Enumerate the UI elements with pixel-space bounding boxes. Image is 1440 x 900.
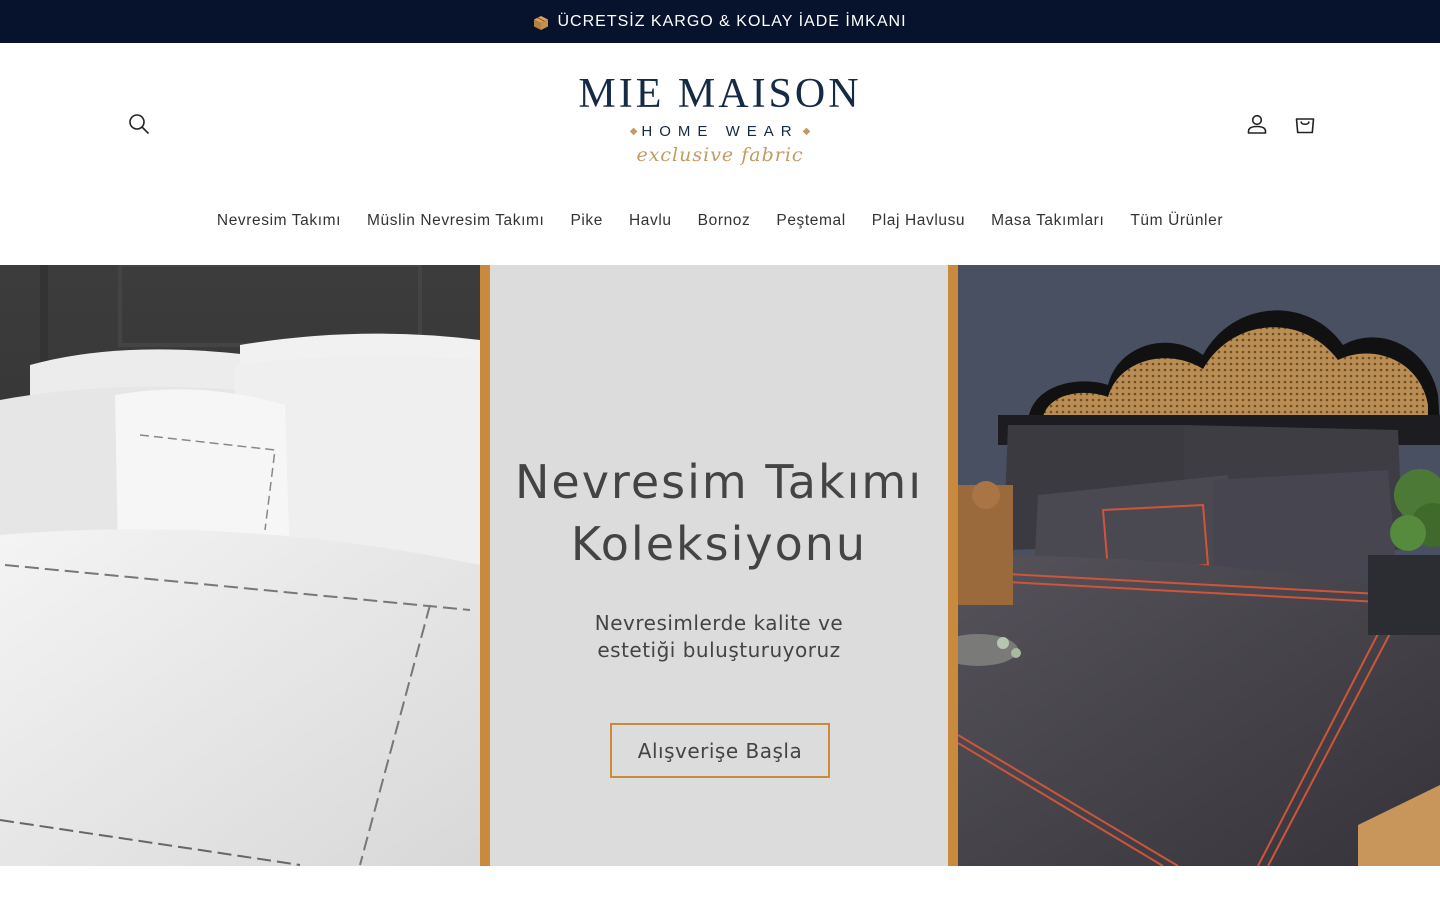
- package-icon: [533, 15, 549, 30]
- nav-item-muslin-nevresim-takimi[interactable]: Müslin Nevresim Takımı: [354, 208, 557, 234]
- logo-sub-text: HOME WEAR: [641, 123, 799, 140]
- logo-tagline: exclusive fabric: [636, 144, 804, 166]
- user-icon: [1247, 114, 1267, 134]
- hero-subtitle-line1: Nevresimlerde kalite ve: [594, 611, 844, 635]
- nav-item-masa-takimlari[interactable]: Masa Takımları: [978, 208, 1117, 234]
- nav-item-tum-urunler[interactable]: Tüm Ürünler: [1117, 208, 1236, 234]
- logo-sub: ◆ HOME WEAR ◆: [560, 123, 880, 140]
- hero-subtitle: Nevresimlerde kalite ve estetiği buluştu…: [490, 610, 948, 664]
- hero-title-line1: Nevresim Takımı: [515, 455, 923, 509]
- cart-button[interactable]: [1285, 104, 1325, 144]
- hero-subtitle-line2: estetiği buluşturuyoruz: [597, 638, 841, 662]
- nav-item-pike[interactable]: Pike: [557, 208, 616, 234]
- nav-item-nevresim-takimi[interactable]: Nevresim Takımı: [204, 208, 354, 234]
- nav-item-bornoz[interactable]: Bornoz: [685, 208, 764, 234]
- nav-item-plaj-havlusu[interactable]: Plaj Havlusu: [859, 208, 978, 234]
- announcement-text: ÜCRETSİZ KARGO & KOLAY İADE İMKANI: [557, 12, 907, 30]
- hero-text-inner: Nevresim Takımı Koleksiyonu Nevresimlerd…: [490, 265, 948, 866]
- account-button[interactable]: [1237, 104, 1277, 144]
- hero-image-white-bedding: [0, 265, 480, 866]
- nav-item-havlu[interactable]: Havlu: [616, 208, 685, 234]
- hero-title-line2: Koleksiyonu: [570, 517, 868, 571]
- site-logo[interactable]: MIE MAISON ◆ HOME WEAR ◆ exclusive fabri…: [560, 71, 880, 181]
- search-icon: [129, 114, 149, 134]
- diamond-icon: ◆: [802, 126, 811, 137]
- logo-brand: MIE MAISON: [578, 71, 862, 117]
- nav-item-pestemal[interactable]: Peştemal: [763, 208, 858, 234]
- search-button[interactable]: [119, 104, 159, 144]
- announcement-bar: ÜCRETSİZ KARGO & KOLAY İADE İMKANI: [0, 0, 1440, 43]
- site-header: MIE MAISON ◆ HOME WEAR ◆ exclusive fabri…: [0, 43, 1440, 265]
- main-navigation: Nevresim Takımı Müslin Nevresim Takımı P…: [0, 208, 1440, 234]
- shop-now-button[interactable]: Alışverişe Başla: [610, 723, 830, 778]
- cart-icon: [1295, 118, 1315, 134]
- hero-title: Nevresim Takımı Koleksiyonu: [490, 451, 948, 575]
- diamond-icon: ◆: [629, 126, 638, 137]
- hero-text-panel: Nevresim Takımı Koleksiyonu Nevresimlerd…: [480, 265, 958, 866]
- hero-image-dark-bedding: [958, 265, 1440, 866]
- hero-banner[interactable]: Nevresim Takımı Koleksiyonu Nevresimlerd…: [0, 265, 1440, 866]
